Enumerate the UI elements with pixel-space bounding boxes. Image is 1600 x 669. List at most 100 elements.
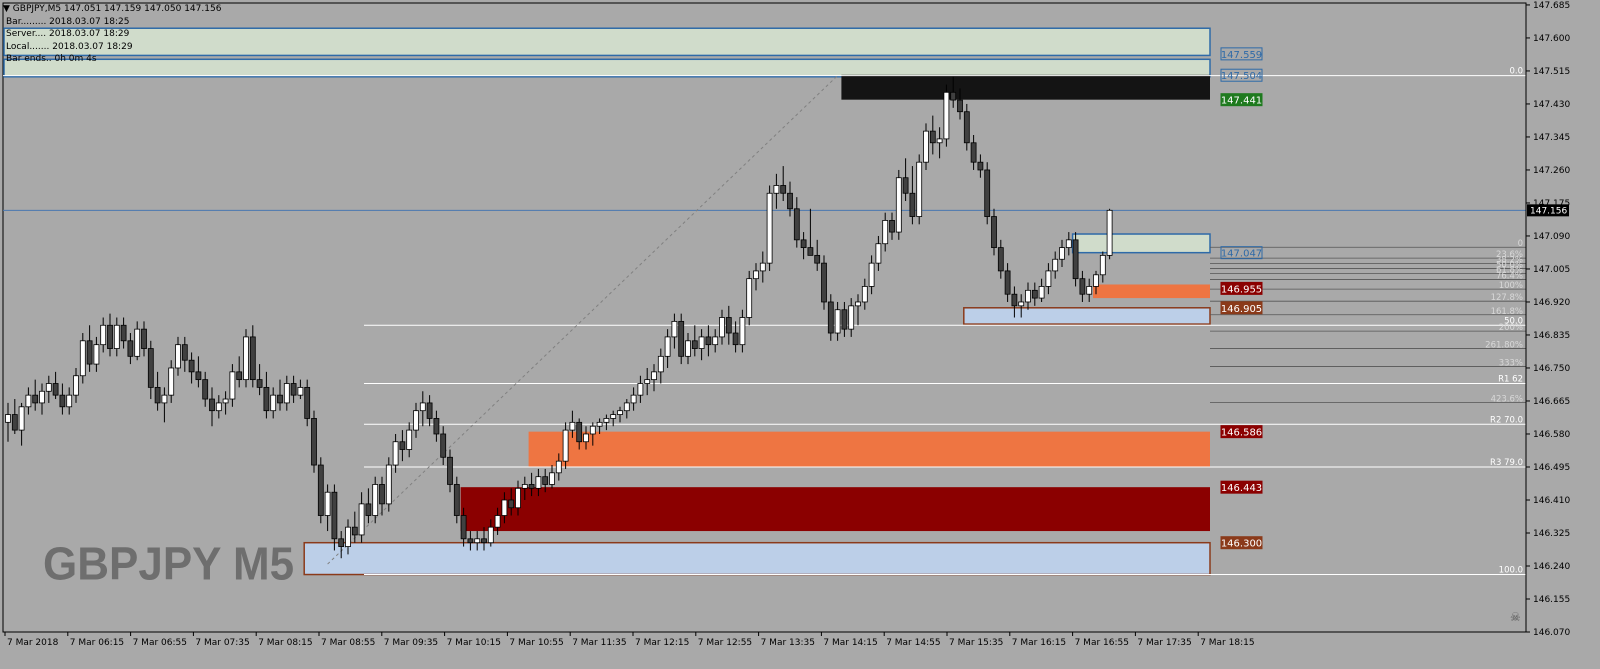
candle xyxy=(991,216,997,249)
candle xyxy=(589,425,596,435)
candle xyxy=(943,91,950,140)
candle xyxy=(243,336,249,381)
candle xyxy=(800,239,807,249)
candle xyxy=(821,262,827,303)
candle xyxy=(1031,289,1038,299)
short-fib-label: 200% xyxy=(1499,323,1523,333)
zone-recent-blue-zone xyxy=(963,307,1211,325)
candle xyxy=(657,355,664,373)
candle xyxy=(732,332,739,346)
x-tick-label: 7 Mar 17:35 xyxy=(1137,638,1191,648)
candle xyxy=(283,383,290,404)
y-tick-label: 147.090 xyxy=(1533,232,1570,242)
candle xyxy=(963,111,970,144)
candle xyxy=(385,464,392,505)
y-tick-label: 146.155 xyxy=(1533,595,1570,605)
candle xyxy=(317,464,324,516)
candle xyxy=(120,324,127,342)
candle xyxy=(107,324,113,349)
candle xyxy=(1004,270,1011,295)
fib-label: R1 62 xyxy=(1498,375,1523,385)
candle xyxy=(868,262,875,287)
candle xyxy=(406,429,413,450)
y-tick-label: 146.240 xyxy=(1533,562,1570,572)
candle xyxy=(936,138,943,144)
candle xyxy=(304,386,311,419)
short-fib-label: 76.4% xyxy=(1496,271,1523,281)
zone-orange-zone xyxy=(528,431,1210,467)
candle xyxy=(1065,239,1072,249)
candle xyxy=(569,421,576,431)
candle xyxy=(331,491,338,540)
x-tick-label: 7 Mar 08:15 xyxy=(258,638,312,648)
zone-darkred-zone xyxy=(460,487,1211,532)
short-fib-label: 333% xyxy=(1499,358,1523,368)
candle xyxy=(889,220,895,233)
candle xyxy=(1099,254,1106,276)
candle xyxy=(249,336,256,381)
candle xyxy=(215,402,222,412)
candle xyxy=(45,383,52,392)
candle xyxy=(66,394,73,408)
candle xyxy=(1086,286,1093,295)
local-time: Local....... 2018.03.07 18:29 xyxy=(6,41,133,52)
y-tick-label: 147.430 xyxy=(1533,100,1570,110)
y-tick-label: 147.345 xyxy=(1533,133,1570,143)
candle xyxy=(351,526,358,536)
candle xyxy=(229,371,236,400)
x-tick-label: 7 Mar 14:15 xyxy=(823,638,877,648)
candle xyxy=(175,344,181,369)
candle xyxy=(392,441,399,466)
bar-ends: Bar ends.. 0h 0m 4s xyxy=(6,54,97,64)
candle xyxy=(474,538,481,544)
candle xyxy=(1045,270,1052,287)
candle xyxy=(100,324,107,346)
y-tick-label: 146.920 xyxy=(1533,298,1570,308)
candle xyxy=(909,192,916,217)
candle xyxy=(1059,247,1065,260)
candle xyxy=(263,386,270,412)
candle xyxy=(1025,289,1031,303)
price-label: 147.441 xyxy=(1221,96,1262,107)
candle xyxy=(739,317,746,346)
candle xyxy=(855,301,861,307)
x-tick-label: 7 Mar 12:55 xyxy=(698,638,752,648)
candle xyxy=(773,185,780,194)
candle xyxy=(970,142,977,163)
candle xyxy=(528,484,535,489)
short-fib-label: 261.80% xyxy=(1485,341,1523,351)
short-fib-label: 423.6% xyxy=(1491,395,1523,405)
candle xyxy=(610,414,617,419)
candle xyxy=(875,243,882,264)
candle xyxy=(93,344,100,365)
x-tick-label: 7 Mar 2018 xyxy=(7,638,59,648)
candle xyxy=(916,161,923,217)
current-price-label: 147.156 xyxy=(1530,206,1567,216)
candle xyxy=(678,320,685,357)
y-tick-label: 146.835 xyxy=(1533,331,1570,341)
candle xyxy=(59,394,66,408)
candle xyxy=(236,371,243,381)
candle xyxy=(997,247,1004,272)
candle xyxy=(154,386,161,404)
candle xyxy=(596,421,603,427)
candle xyxy=(950,91,957,101)
candle xyxy=(698,336,705,349)
zone-recent-green-zone xyxy=(1071,233,1211,254)
watermark: GBPJPY M5 xyxy=(43,538,295,591)
candle xyxy=(379,484,385,505)
candle xyxy=(576,421,583,443)
candle xyxy=(501,499,508,516)
candle xyxy=(113,324,120,349)
candle xyxy=(542,476,549,485)
candle xyxy=(311,418,317,466)
chart-window[interactable]: 0.0 50.0 R1 62 R2 70.0 R3 79.0 100.0 0 23.6% 38.… xyxy=(0,0,1600,665)
candle xyxy=(134,328,141,357)
fib-label: R2 70.0 xyxy=(1490,415,1523,425)
fib-label: R3 79.0 xyxy=(1490,458,1523,468)
collapse-triangle-icon[interactable]: ▼ xyxy=(3,4,10,14)
candle xyxy=(399,441,406,450)
candle xyxy=(562,429,569,462)
candle xyxy=(209,398,215,412)
candle xyxy=(324,491,331,516)
